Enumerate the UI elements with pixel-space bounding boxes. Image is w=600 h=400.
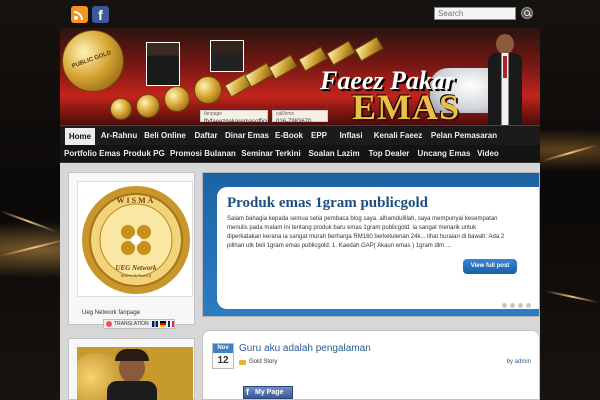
view-full-post-button[interactable]: View full post — [463, 259, 517, 274]
slider-dot[interactable] — [510, 303, 515, 308]
featured-slider: Produk emas 1gram publicgold Salam bahag… — [202, 172, 540, 317]
gold-coin-image: PUBLIC GOLD — [62, 30, 124, 92]
coin-text: PUBLIC GOLD — [71, 50, 113, 70]
nav-item-video[interactable]: Video — [475, 145, 501, 162]
featured-post-title[interactable]: Produk emas 1gram publicgold — [227, 195, 428, 212]
nav-item-e-book[interactable]: E-Book — [273, 126, 305, 145]
seal-bottom-text: UEG Network — [115, 264, 157, 272]
german-flag-icon[interactable] — [160, 321, 166, 327]
person-photo — [210, 40, 244, 72]
secondary-navigation: Portfolio Emas Produk PG Promosi Bulanan… — [60, 145, 540, 163]
nav-item-inflasi[interactable]: Inflasi — [335, 126, 367, 145]
nav-item-epp[interactable]: EPP — [308, 126, 330, 145]
top-bar: f — [0, 0, 600, 28]
nav-item-ar-rahnu[interactable]: Ar-Rahnu — [98, 126, 140, 145]
profile-widget — [68, 338, 195, 400]
header-banner[interactable]: PUBLIC GOLD Faeez Pakar EMAS fanpage fb/… — [60, 28, 540, 125]
main-navigation: Home Ar-Rahnu Beli Online Daftar Dinar E… — [60, 125, 540, 145]
ueg-network-logo[interactable]: WISMA UEG Network Believe In Yourself — [77, 181, 193, 297]
profile-photo[interactable] — [77, 347, 193, 400]
brand-title: EMAS — [352, 87, 461, 125]
slider-pagination — [491, 295, 531, 313]
nav-item-top-dealer[interactable]: Top Dealer — [366, 145, 412, 162]
gold-bar-image — [268, 54, 298, 80]
nav-item-produk-pg[interactable]: Produk PG — [123, 145, 165, 162]
person-photo — [146, 42, 180, 86]
post-date-badge: Nov 12 — [212, 343, 234, 369]
post-title[interactable]: Guru aku adalah pengalaman — [239, 343, 371, 354]
post-author-prefix: by — [506, 359, 513, 365]
slider-dot[interactable] — [494, 303, 499, 308]
search-icon[interactable] — [521, 7, 533, 19]
gold-bar-image — [354, 36, 384, 62]
gold-coin-image — [164, 86, 190, 112]
post-entry: Nov 12 Guru aku adalah pengalaman Gold S… — [202, 330, 540, 400]
seal-top-text: WISMA — [116, 196, 156, 205]
uk-flag-icon[interactable] — [152, 321, 158, 327]
fanpage-label: fanpage — [204, 111, 223, 117]
nav-item-home[interactable]: Home — [65, 128, 95, 145]
post-author: by admin — [507, 359, 531, 365]
gold-coin-image — [194, 76, 222, 104]
french-flag-icon[interactable] — [168, 321, 174, 327]
translation-widget[interactable]: TRANSLATION — [103, 319, 175, 329]
ueg-network-widget: WISMA UEG Network Believe In Yourself Ue… — [68, 172, 195, 329]
ueg-fanpage-label[interactable]: Ueg Network fanpage — [82, 310, 140, 316]
phone-label: call/sms — [276, 111, 295, 117]
translation-label: TRANSLATION — [114, 321, 149, 327]
facebook-icon[interactable]: f — [92, 6, 109, 23]
featured-post-excerpt: Salam bahagia kepada semua setia pembaca… — [227, 216, 505, 249]
slider-dot[interactable] — [526, 303, 531, 308]
phone-contact: call/sms 016-7983670 — [272, 110, 328, 125]
slider-dot[interactable] — [502, 303, 507, 308]
slider-dot[interactable] — [518, 303, 523, 308]
post-month: Nov — [213, 344, 233, 353]
nav-item-beli-online[interactable]: Beli Online — [142, 126, 188, 145]
facebook-my-page-badge[interactable]: My Page — [243, 386, 293, 399]
gold-coin-image — [110, 98, 132, 120]
nav-item-kenali-faeez[interactable]: Kenali Faeez — [370, 126, 426, 145]
person-photo — [488, 34, 522, 125]
gold-bar-image — [326, 40, 356, 66]
nav-item-uncang-emas[interactable]: Uncang Emas — [417, 145, 471, 162]
nav-item-dinar-emas[interactable]: Dinar Emas — [224, 126, 270, 145]
nav-item-daftar[interactable]: Daftar — [191, 126, 221, 145]
featured-slide: Produk emas 1gram publicgold Salam bahag… — [217, 187, 539, 309]
search-input[interactable] — [434, 7, 516, 20]
gold-coin-image — [136, 94, 160, 118]
post-author-link[interactable]: admin — [515, 359, 531, 365]
nav-item-portfolio-emas[interactable]: Portfolio Emas — [64, 145, 120, 162]
nav-item-soalan-lazim[interactable]: Soalan Lazim — [307, 145, 361, 162]
seal-tagline: Believe In Yourself — [120, 273, 152, 278]
nav-item-pelan-pemasaran[interactable]: Pelan Pemasaran — [428, 126, 500, 145]
rss-icon[interactable] — [71, 6, 88, 23]
nav-item-seminar-terkini[interactable]: Seminar Terkini — [240, 145, 302, 162]
nav-item-promosi-bulanan[interactable]: Promosi Bulanan — [170, 145, 236, 162]
folder-icon — [239, 360, 246, 365]
fanpage-contact: fanpage fb/faeezpakaremasofficial — [200, 110, 272, 125]
post-category[interactable]: Gold Story — [249, 359, 277, 365]
post-day: 12 — [217, 355, 229, 366]
